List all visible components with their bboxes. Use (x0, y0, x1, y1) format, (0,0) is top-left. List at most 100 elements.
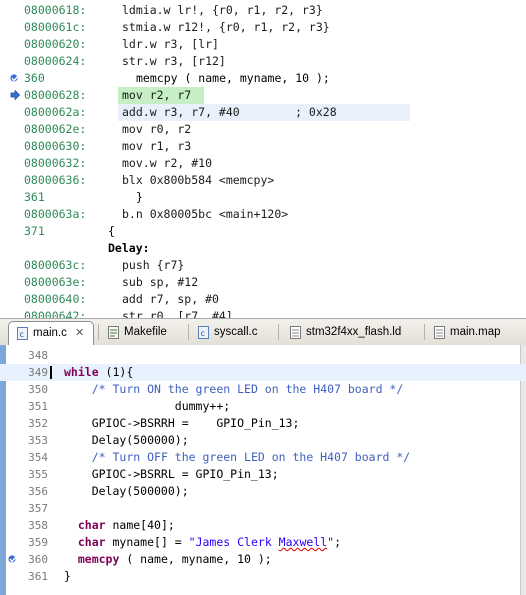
editor-line[interactable]: 356 Delay(500000); (0, 483, 526, 500)
editor-line[interactable]: 358 char name[40]; (0, 517, 526, 534)
disasm-address: 08000642: (24, 309, 87, 318)
disasm-instruction: str r0, [r7, #4] (122, 309, 233, 318)
tab-label: syscall.c (214, 326, 258, 338)
editor-line[interactable]: 360 memcpy ( name, myname, 10 ); (0, 551, 526, 568)
tab-label: Makefile (124, 326, 167, 338)
disasm-instruction: blx 0x800b584 <memcpy> (122, 173, 275, 187)
line-number: 355 (28, 468, 48, 481)
code-text: char name[40]; (64, 517, 175, 534)
code-token: ( name, myname, 10 ); (119, 552, 272, 566)
breakpoint-check-icon[interactable] (10, 73, 20, 83)
disasm-address: 0800062a: (24, 105, 87, 119)
c-file-icon: c (17, 327, 28, 340)
disasm-row[interactable]: 08000632: mov.w r2, #10 (0, 155, 526, 172)
tab-makefile[interactable]: Makefile (100, 321, 188, 344)
line-number: 348 (28, 349, 48, 362)
code-editor[interactable]: 348 349 while (1){ 350 /* Turn ON the green… (0, 345, 526, 595)
code-token: } (64, 569, 71, 583)
tab-syscall-c[interactable]: c syscall.c (190, 321, 278, 344)
source-line-text: memcpy ( name, myname, 10 ); (136, 71, 330, 85)
code-token: while (64, 365, 99, 379)
disasm-instruction: ldr.w r3, [lr] (122, 37, 219, 51)
source-line-text: { (108, 224, 115, 238)
disasm-row[interactable]: 0800063c: push {r7} (0, 257, 526, 274)
code-token: char (77, 535, 106, 549)
line-number: 351 (28, 400, 48, 413)
tab-separator (98, 324, 99, 340)
svg-text:c: c (20, 330, 24, 339)
editor-line[interactable]: 351 dummy++; (0, 398, 526, 415)
editor-line[interactable]: 357 (0, 500, 526, 517)
code-token: GPIOC->BSRRL = GPIO_Pin_13; (64, 467, 279, 481)
code-token: Delay(500000); (64, 433, 189, 447)
source-line-text: } (136, 190, 143, 204)
disasm-row[interactable]: 08000640: add r7, sp, #0 (0, 291, 526, 308)
source-line-number: 371 (24, 224, 45, 238)
tab-main-map[interactable]: main.map (426, 321, 522, 344)
tab-separator (278, 324, 279, 340)
source-line-number: 361 (24, 190, 45, 204)
code-text: } (64, 568, 71, 585)
disasm-instruction: mov r1, r3 (122, 139, 192, 153)
disasm-row[interactable]: 0800061c: stmia.w r12!, {r0, r1, r2, r3} (0, 19, 526, 36)
editor-line[interactable]: 354 /* Turn OFF the green LED on the H40… (0, 449, 526, 466)
disasm-address: 08000620: (24, 37, 87, 51)
source-line-row[interactable]: 361} (0, 189, 526, 206)
code-text: dummy++; (64, 398, 230, 415)
code-token: "James Clerk (188, 535, 279, 549)
disasm-address: 08000618: (24, 3, 87, 17)
line-number: 350 (28, 383, 48, 396)
editor-line[interactable]: 350 /* Turn ON the green LED on the H407… (0, 381, 526, 398)
disasm-row[interactable]: 08000642: str r0, [r7, #4] (0, 308, 526, 318)
close-icon[interactable]: ✕ (75, 322, 84, 345)
code-token: /* Turn ON the green LED on the H407 boa… (91, 382, 404, 396)
disasm-row[interactable]: 0800062a: add.w r3, r7, #40 ; 0x28 (0, 104, 526, 121)
disasm-address: 08000630: (24, 139, 87, 153)
code-token: /* Turn OFF the green LED on the H407 bo… (91, 450, 411, 464)
disasm-row[interactable]: 0800062e: mov r0, r2 (0, 121, 526, 138)
svg-text:c: c (201, 329, 205, 338)
tab-main-c[interactable]: c main.c ✕ (8, 321, 94, 345)
code-text: Delay(500000); (64, 483, 189, 500)
code-token: char (77, 518, 106, 532)
disasm-row[interactable]: 08000624: str.w r3, [r12] (0, 53, 526, 70)
disasm-row[interactable]: 0800063a: b.n 0x80005bc <main+120> (0, 206, 526, 223)
editor-line[interactable]: 359 char myname[] = "James Clerk Maxwell… (0, 534, 526, 551)
breakpoint-check-icon[interactable] (8, 554, 18, 564)
function-label-row[interactable]: Delay: (0, 240, 526, 257)
tab-stm32f4xx-flash-ld[interactable]: stm32f4xx_flash.ld (282, 321, 422, 344)
disasm-row[interactable]: 08000618: ldmia.w lr!, {r0, r1, r2, r3} (0, 2, 526, 19)
text-caret (50, 366, 52, 379)
disasm-address: 08000624: (24, 54, 87, 68)
line-number: 361 (28, 570, 48, 583)
editor-line[interactable]: 349 while (1){ (0, 364, 526, 381)
editor-line[interactable]: 348 (0, 347, 526, 364)
code-token: (1){ (98, 365, 134, 379)
code-token: ; (334, 535, 342, 549)
disasm-address: 08000632: (24, 156, 87, 170)
makefile-icon (108, 326, 119, 339)
disasm-address: 08000640: (24, 292, 87, 306)
editor-tab-bar: c main.c ✕ Makefile c syscall.c stm32f4x… (0, 318, 526, 346)
disasm-row[interactable]: 08000636: blx 0x800b584 <memcpy> (0, 172, 526, 189)
line-number: 349 (28, 366, 48, 379)
disasm-row[interactable]: 08000620: ldr.w r3, [lr] (0, 36, 526, 53)
document-icon (434, 326, 445, 339)
editor-line[interactable]: 353 Delay(500000); (0, 432, 526, 449)
editor-line[interactable]: 361} (0, 568, 526, 585)
disasm-instruction: sub sp, #12 (122, 275, 199, 289)
editor-line[interactable]: 352 GPIOC->BSRRH = GPIO_Pin_13; (0, 415, 526, 432)
code-text: Delay(500000); (64, 432, 189, 449)
source-line-row[interactable]: 360 memcpy ( name, myname, 10 ); (0, 70, 526, 87)
line-number: 358 (28, 519, 48, 532)
disasm-row[interactable]: 08000630: mov r1, r3 (0, 138, 526, 155)
disassembly-view: 08000618: ldmia.w lr!, {r0, r1, r2, r3} 08… (0, 0, 526, 318)
editor-line[interactable]: 355 GPIOC->BSRRL = GPIO_Pin_13; (0, 466, 526, 483)
source-line-row[interactable]: 371 { (0, 223, 526, 240)
disasm-row[interactable]: 08000628: mov r2, r7 (0, 87, 526, 104)
disasm-row[interactable]: 0800063e: sub sp, #12 (0, 274, 526, 291)
